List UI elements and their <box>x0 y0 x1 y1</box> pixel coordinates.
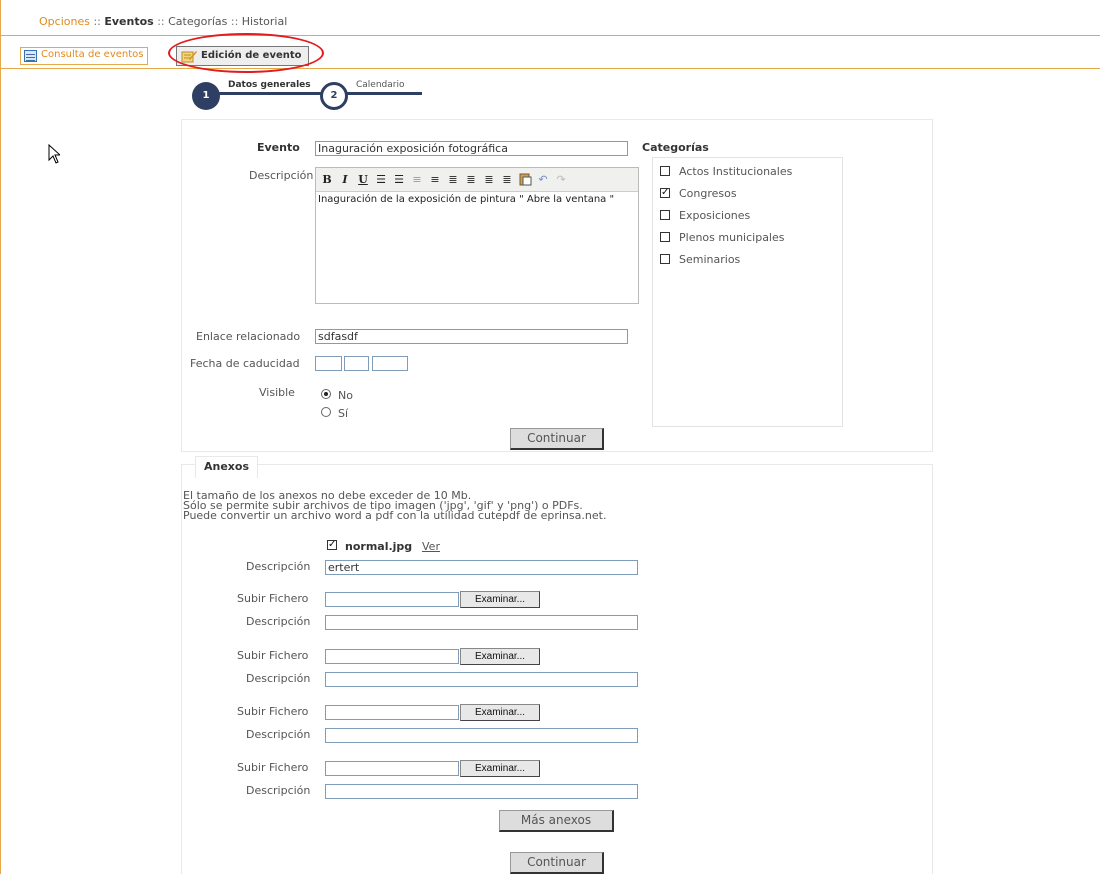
nav-categorias[interactable]: Categorías <box>168 15 227 28</box>
fecha-day-input[interactable] <box>315 356 342 371</box>
upload-desc-label: Descripción <box>246 784 311 797</box>
enlace-input[interactable]: sdfasdf <box>315 329 628 344</box>
categoria-checkbox[interactable] <box>660 232 670 242</box>
indent-icon[interactable]: ≡ <box>427 172 443 188</box>
wizard-step-1-label: Datos generales <box>228 80 311 90</box>
justify-icon[interactable]: ≣ <box>499 172 515 188</box>
subir-fichero-label: Subir Fichero <box>237 649 309 662</box>
categoria-checkbox[interactable] <box>660 254 670 264</box>
unordered-list-icon[interactable]: ☰ <box>391 172 407 188</box>
tab-consulta-label: Consulta de eventos <box>41 49 144 60</box>
fecha-label: Fecha de caducidad <box>190 357 300 370</box>
visible-no-label: No <box>338 389 353 402</box>
examinar-button[interactable]: Examinar... <box>460 591 540 608</box>
table-icon <box>24 50 37 62</box>
subir-fichero-label: Subir Fichero <box>237 761 309 774</box>
anexos-note-convert: Puede convertir un archivo word a pdf co… <box>183 509 607 522</box>
nav-opciones[interactable]: Opciones <box>39 15 90 28</box>
underline-icon[interactable]: U <box>355 172 371 188</box>
outdent-icon[interactable]: ≡ <box>409 172 425 188</box>
mouse-cursor-icon <box>48 144 60 164</box>
categoria-checkbox[interactable] <box>660 210 670 220</box>
ver-link[interactable]: Ver <box>422 540 440 553</box>
categoria-label: Plenos municipales <box>679 231 785 244</box>
left-border <box>0 36 1 874</box>
subir-fichero-input[interactable] <box>325 705 459 720</box>
nav-eventos[interactable]: Eventos <box>104 15 153 28</box>
upload-desc-label: Descripción <box>246 672 311 685</box>
evento-label: Evento <box>257 141 300 154</box>
categorias-title: Categorías <box>642 141 709 154</box>
existing-file-name: normal.jpg <box>345 540 413 553</box>
categoria-label: Congresos <box>679 187 737 200</box>
enlace-label: Enlace relacionado <box>196 330 301 343</box>
italic-icon[interactable]: I <box>337 172 353 188</box>
anexos-note: El tamaño de los anexos no debe exceder … <box>183 490 607 522</box>
mas-anexos-button[interactable]: Más anexos <box>499 810 614 832</box>
existing-desc-label: Descripción <box>246 560 311 573</box>
categoria-label: Actos Institucionales <box>679 165 793 178</box>
continuar-button-1[interactable]: Continuar <box>510 428 604 450</box>
nav-historial[interactable]: Historial <box>242 15 287 28</box>
continuar-button-2[interactable]: Continuar <box>510 852 604 874</box>
examinar-button[interactable]: Examinar... <box>460 704 540 721</box>
fecha-year-input[interactable] <box>372 356 408 371</box>
subir-fichero-label: Subir Fichero <box>237 592 309 605</box>
categoria-checkbox[interactable]: ✓ <box>660 188 670 198</box>
fecha-month-input[interactable] <box>344 356 369 371</box>
descripcion-label: Descripción <box>249 169 314 182</box>
paste-icon[interactable] <box>517 172 533 188</box>
categoria-label: Seminarios <box>679 253 741 266</box>
tab-consulta-eventos[interactable]: Consulta de eventos <box>20 47 149 65</box>
upload-desc-input[interactable] <box>325 672 638 687</box>
visible-si-radio[interactable] <box>321 407 331 417</box>
visible-no-radio[interactable] <box>321 389 331 399</box>
examinar-button[interactable]: Examinar... <box>460 760 540 777</box>
upload-desc-input[interactable] <box>325 784 638 799</box>
existing-file-checkbox[interactable]: ✓ <box>327 540 337 550</box>
top-nav: Opciones :: Eventos :: Categorías :: His… <box>0 0 1100 36</box>
upload-desc-input[interactable] <box>325 615 638 630</box>
wizard-line-1 <box>205 92 325 95</box>
upload-desc-input[interactable] <box>325 728 638 743</box>
visible-si-label: Sí <box>338 407 349 420</box>
descripcion-editor[interactable]: B I U ☰ ☰ ≡ ≡ ≣ ≣ ≣ ≣ ↶ ↷ Inaguración de… <box>315 167 639 304</box>
align-center-icon[interactable]: ≣ <box>463 172 479 188</box>
subir-fichero-label: Subir Fichero <box>237 705 309 718</box>
highlight-oval <box>168 33 324 73</box>
examinar-button[interactable]: Examinar... <box>460 648 540 665</box>
subir-fichero-input[interactable] <box>325 649 459 664</box>
redo-icon[interactable]: ↷ <box>553 172 569 188</box>
align-right-icon[interactable]: ≣ <box>481 172 497 188</box>
visible-label: Visible <box>259 386 295 399</box>
existing-desc-input[interactable]: ertert <box>325 560 638 575</box>
top-nav-links: Opciones :: Eventos :: Categorías :: His… <box>39 15 287 28</box>
wizard-step-1[interactable]: 1 <box>192 82 220 110</box>
anexos-title: Anexos <box>195 456 258 478</box>
editor-toolbar: B I U ☰ ☰ ≡ ≡ ≣ ≣ ≣ ≣ ↶ ↷ <box>316 168 638 192</box>
categoria-checkbox[interactable] <box>660 166 670 176</box>
categoria-label: Exposiciones <box>679 209 751 222</box>
nav-separator: :: <box>153 15 169 28</box>
evento-input[interactable]: Inaguración exposición fotográfica <box>315 141 628 156</box>
nav-separator: :: <box>227 15 242 28</box>
bold-icon[interactable]: B <box>319 172 335 188</box>
undo-icon[interactable]: ↶ <box>535 172 551 188</box>
descripcion-text[interactable]: Inaguración de la exposición de pintura … <box>318 194 636 205</box>
subir-fichero-input[interactable] <box>325 761 459 776</box>
align-left-icon[interactable]: ≣ <box>445 172 461 188</box>
upload-desc-label: Descripción <box>246 615 311 628</box>
upload-desc-label: Descripción <box>246 728 311 741</box>
tab-bar: Consulta de eventos Edición de evento <box>0 36 1100 69</box>
nav-separator: :: <box>89 15 105 28</box>
wizard-step-2-label[interactable]: Calendario <box>356 80 404 90</box>
wizard-step-2[interactable]: 2 <box>320 82 348 110</box>
subir-fichero-input[interactable] <box>325 592 459 607</box>
ordered-list-icon[interactable]: ☰ <box>373 172 389 188</box>
